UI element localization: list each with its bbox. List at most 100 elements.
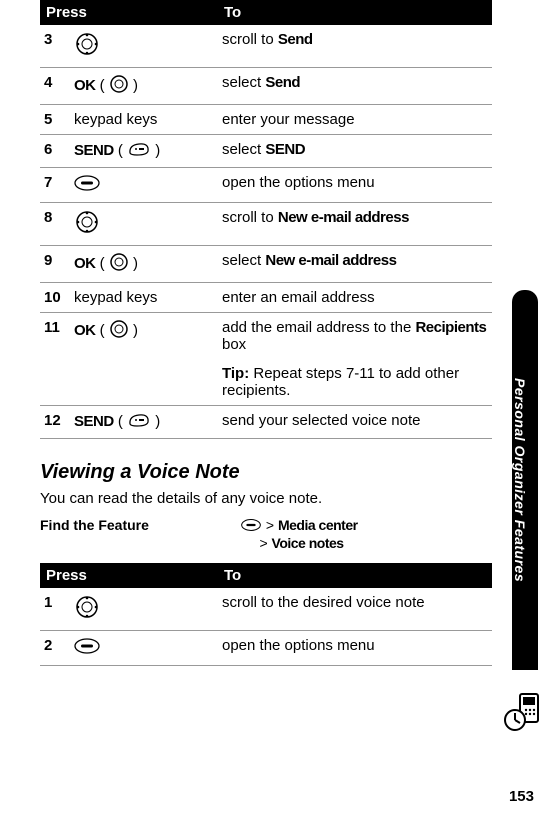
table-row: 8 scroll to New e-mail address (40, 203, 492, 246)
press-cell: SEND ( ) (70, 135, 218, 168)
col-to: To (218, 0, 492, 25)
menu-key-icon (240, 518, 262, 535)
press-cell: keypad keys (70, 283, 218, 313)
step-number: 7 (40, 168, 70, 203)
to-text: select (222, 74, 265, 91)
press-key-label: SEND (74, 413, 114, 430)
to-text: select (222, 252, 265, 269)
step-number: 1 (40, 588, 70, 631)
press-key-label: OK (74, 255, 96, 272)
to-cell: add the email address to the Recipients … (218, 313, 492, 360)
table-row: 7 open the options menu (40, 168, 492, 203)
step-number: 6 (40, 135, 70, 168)
side-thumb-tab: Personal Organizer Features (512, 290, 538, 670)
press-cell: OK ( ) (70, 68, 218, 105)
step-number: 2 (40, 630, 70, 665)
to-cell: open the options menu (218, 630, 492, 665)
to-cell: send your selected voice note (218, 406, 492, 439)
table-row: 11 OK ( ) add the email address to the R… (40, 313, 492, 360)
side-tab-label: Personal Organizer Features (512, 290, 528, 650)
path-item: Media center (278, 517, 358, 533)
press-cell (70, 630, 218, 665)
table-row: 3 scroll to Send (40, 25, 492, 68)
table-row: 6 SEND ( ) select SEND (40, 135, 492, 168)
table-row: 2 open the options menu (40, 630, 492, 665)
ok-key-icon (109, 74, 129, 98)
ok-key-icon (109, 252, 129, 276)
table-row: 9 OK ( ) select New e-mail address (40, 246, 492, 283)
to-text: add the email address to the (222, 319, 415, 336)
page-number: 153 (509, 788, 534, 805)
to-bold: SEND (265, 141, 305, 158)
nav-key-icon (74, 31, 100, 61)
path-item: Voice notes (272, 535, 344, 551)
step-number: 9 (40, 246, 70, 283)
table-row-tip: Tip: Repeat steps 7-11 to add other reci… (40, 359, 492, 406)
to-bold: Send (278, 31, 313, 48)
tip-label: Tip: (222, 365, 249, 382)
step-number: 4 (40, 68, 70, 105)
find-feature-label: Find the Feature (40, 517, 240, 551)
table-row: 10 keypad keys enter an email address (40, 283, 492, 313)
to-text-post: box (222, 336, 246, 353)
table-row: 4 OK ( ) select Send (40, 68, 492, 105)
to-cell: scroll to the desired voice note (218, 588, 492, 631)
sep: > (266, 517, 274, 533)
to-text: scroll to (222, 209, 278, 226)
press-cell: OK ( ) (70, 313, 218, 360)
nav-key-icon (74, 594, 100, 624)
softkey-icon (127, 141, 151, 161)
tip-text: Repeat steps 7-11 to add other recipient… (222, 365, 459, 399)
press-cell: OK ( ) (70, 246, 218, 283)
sep: > (259, 535, 267, 551)
step-number: 11 (40, 313, 70, 360)
to-cell: enter your message (218, 105, 492, 135)
press-cell: SEND ( ) (70, 406, 218, 439)
find-feature-block: Find the Feature > Media center > Voice … (40, 517, 492, 551)
table-row: 12 SEND ( ) send your selected voice not… (40, 406, 492, 439)
table-row: 5 keypad keys enter your message (40, 105, 492, 135)
col-press: Press (40, 563, 218, 588)
to-text: scroll to (222, 31, 278, 48)
table-row: 1 scroll to the desired voice note (40, 588, 492, 631)
step-number: 8 (40, 203, 70, 246)
to-cell: scroll to New e-mail address (218, 203, 492, 246)
to-cell: enter an email address (218, 283, 492, 313)
step-number: 3 (40, 25, 70, 68)
section-intro: You can read the details of any voice no… (40, 490, 492, 507)
to-bold: Send (265, 74, 300, 91)
step-number: 5 (40, 105, 70, 135)
to-cell: select Send (218, 68, 492, 105)
ok-key-icon (109, 319, 129, 343)
section-heading: Viewing a Voice Note (40, 461, 492, 484)
to-text: select (222, 141, 265, 158)
press-cell (70, 25, 218, 68)
step-number: 12 (40, 406, 70, 439)
to-bold: New e-mail address (278, 209, 409, 226)
to-cell: select New e-mail address (218, 246, 492, 283)
step-number: 10 (40, 283, 70, 313)
nav-key-icon (74, 209, 100, 239)
to-cell: select SEND (218, 135, 492, 168)
to-bold: New e-mail address (265, 252, 396, 269)
steps-table-1: Press To 3 scroll to Send 4 (40, 0, 492, 439)
press-cell (70, 168, 218, 203)
press-key-label: OK (74, 77, 96, 94)
to-cell: open the options menu (218, 168, 492, 203)
softkey-icon (127, 412, 151, 432)
menu-key-icon (74, 174, 100, 196)
press-cell (70, 203, 218, 246)
menu-key-icon (74, 637, 100, 659)
to-bold: Recipients (415, 319, 486, 336)
organizer-phone-icon (502, 690, 544, 732)
press-key-label: SEND (74, 142, 114, 159)
to-cell: scroll to Send (218, 25, 492, 68)
col-press: Press (40, 0, 218, 25)
press-key-label: OK (74, 322, 96, 339)
col-to: To (218, 563, 492, 588)
press-cell (70, 588, 218, 631)
press-cell: keypad keys (70, 105, 218, 135)
tip-cell: Tip: Repeat steps 7-11 to add other reci… (218, 359, 492, 406)
find-feature-path: > Media center > Voice notes (240, 517, 492, 551)
steps-table-2: Press To 1 scroll to the desired voice n… (40, 563, 492, 666)
